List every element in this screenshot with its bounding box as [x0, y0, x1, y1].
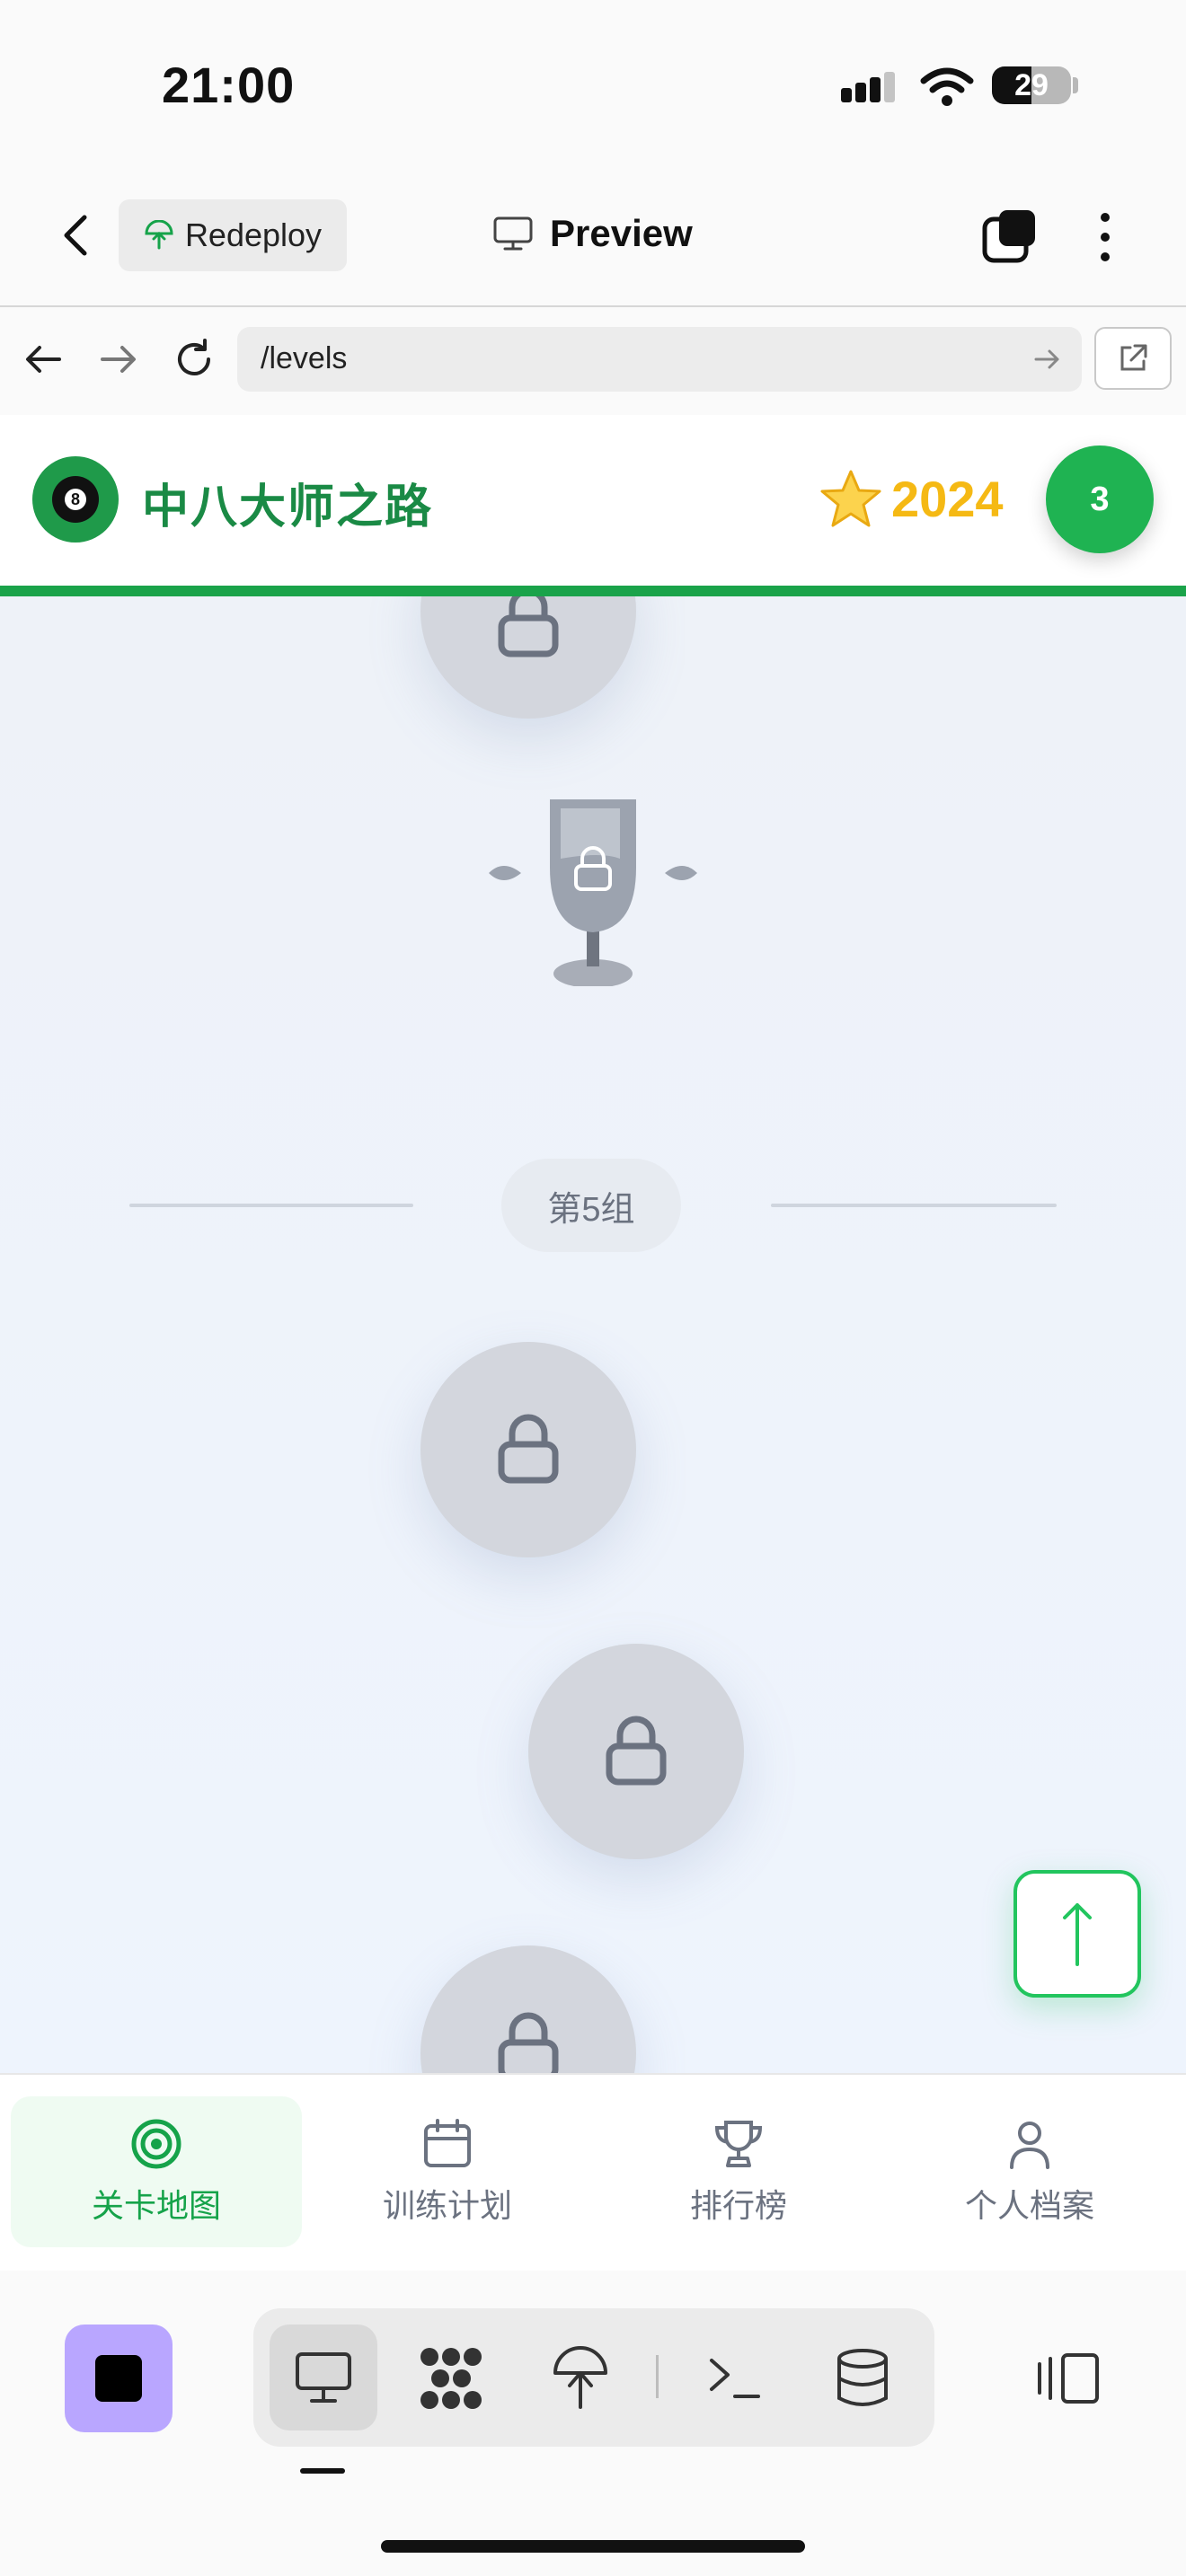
shell-tool-button[interactable] [690, 2335, 780, 2422]
database-icon [837, 2349, 888, 2406]
nav-item-profile[interactable]: 个人档案 [884, 2096, 1175, 2247]
preview-label: Preview [550, 212, 693, 254]
nav-label-training-plan: 训练计划 [382, 2187, 512, 2224]
nav-item-level-map[interactable]: 关卡地图 [11, 2096, 302, 2247]
dots-cluster-icon [420, 2348, 482, 2409]
locked-level-node[interactable] [420, 596, 636, 719]
preview-tool-button[interactable] [270, 2325, 377, 2430]
redeploy-button[interactable]: Redeploy [119, 199, 347, 271]
redeploy-label: Redeploy [184, 216, 323, 253]
monitor-icon [493, 216, 533, 251]
battery-indicator: 29 [992, 66, 1071, 104]
preview-title: Preview [492, 212, 693, 255]
deploy-icon [553, 2346, 607, 2409]
locked-trophy-icon[interactable] [485, 796, 701, 986]
star-count: 2024 [891, 470, 1004, 527]
app-title: 中八大师之路 [142, 481, 434, 534]
level-badge[interactable]: 3 [1046, 446, 1154, 553]
stop-icon [95, 2355, 142, 2402]
monitor-icon [296, 2352, 351, 2403]
star-score: 2024 [819, 469, 1004, 528]
active-tool-indicator [300, 2468, 345, 2474]
browser-forward-icon[interactable] [99, 343, 138, 375]
url-text: /levels [261, 341, 348, 375]
cellular-signal-icon [841, 72, 895, 102]
status-time: 21:00 [162, 57, 296, 113]
user-icon [1010, 2122, 1049, 2169]
tabs-switcher-icon[interactable] [981, 207, 1039, 264]
nav-item-leaderboard[interactable]: 排行榜 [593, 2096, 884, 2247]
more-vertical-icon[interactable] [1091, 208, 1120, 266]
database-tool-button[interactable] [818, 2335, 907, 2422]
back-chevron-icon[interactable] [58, 212, 93, 259]
eight-ball-logo: 8 [32, 456, 119, 543]
wifi-icon [920, 67, 974, 106]
stop-button[interactable] [65, 2325, 173, 2432]
battery-level: 29 [1014, 68, 1049, 102]
external-link-icon [1120, 344, 1147, 371]
group-divider-left [129, 1204, 413, 1207]
reload-icon[interactable] [173, 338, 216, 381]
battery-tip [1073, 77, 1078, 93]
nav-label-leaderboard: 排行榜 [689, 2187, 787, 2224]
locked-level-node[interactable] [420, 1945, 636, 2073]
tool-separator [656, 2355, 659, 2398]
target-icon [131, 2119, 181, 2169]
nav-item-training-plan[interactable]: 训练计划 [302, 2096, 593, 2247]
star-icon [820, 470, 881, 527]
deploy-tool-button[interactable] [535, 2335, 625, 2422]
calendar-icon [424, 2119, 471, 2167]
nav-label-level-map: 关卡地图 [91, 2187, 221, 2224]
nav-label-profile: 个人档案 [964, 2187, 1094, 2224]
lock-icon [498, 1414, 559, 1484]
url-field[interactable] [237, 327, 1082, 392]
home-indicator[interactable] [381, 2540, 805, 2553]
lock-icon [498, 596, 559, 657]
agents-tool-button[interactable] [406, 2335, 496, 2422]
locked-level-node[interactable] [420, 1342, 636, 1557]
locked-level-node[interactable] [528, 1644, 744, 1859]
group-label: 第5组 [501, 1159, 681, 1252]
panel-toggle-icon [1038, 2353, 1099, 2404]
browser-back-icon[interactable] [23, 343, 63, 375]
lock-icon [498, 2012, 559, 2073]
trophy-icon [714, 2121, 763, 2167]
group-divider-right [771, 1204, 1057, 1207]
arrow-up-icon [1063, 1903, 1092, 1966]
panel-toggle-button[interactable] [1024, 2335, 1114, 2422]
lock-icon [606, 1716, 667, 1786]
open-external-button[interactable] [1094, 327, 1172, 390]
scroll-to-top-button[interactable] [1013, 1870, 1141, 1998]
deploy-icon [145, 220, 173, 250]
level-map: 第5组 [0, 596, 1186, 2073]
go-arrow-icon[interactable] [1033, 347, 1062, 372]
terminal-icon [710, 2359, 760, 2398]
